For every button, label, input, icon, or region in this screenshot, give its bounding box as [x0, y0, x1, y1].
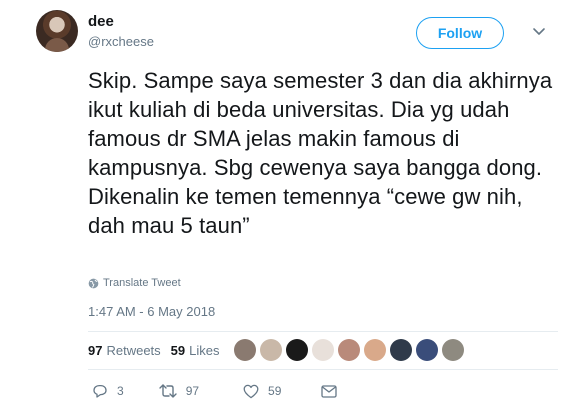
tweet-text: Skip. Sampe saya semester 3 dan dia akhi…: [88, 68, 553, 238]
divider: [88, 331, 558, 332]
liker-avatar-8[interactable]: [416, 339, 438, 361]
chevron-down-icon: [533, 28, 545, 35]
reply-count: 3: [117, 384, 124, 398]
liker-avatar-4[interactable]: [312, 339, 334, 361]
globe-icon: [88, 278, 99, 288]
liker-avatars: [234, 339, 464, 361]
likes-stat-count: 59: [170, 343, 186, 358]
retweet-icon: [158, 384, 177, 398]
tweet-actions: 3 97 59: [88, 383, 338, 399]
direct-message-button[interactable]: [321, 384, 338, 398]
tweet-timestamp[interactable]: 1:47 AM - 6 May 2018: [88, 304, 215, 319]
like-count: 59: [268, 384, 282, 398]
retweets-stat-label: Retweets: [106, 343, 161, 358]
divider: [88, 369, 558, 370]
follow-button[interactable]: Follow: [416, 17, 504, 49]
retweet-button[interactable]: 97: [158, 383, 200, 399]
liker-avatar-3[interactable]: [286, 339, 308, 361]
reply-button[interactable]: 3: [92, 383, 124, 399]
heart-icon: [243, 384, 259, 398]
likes-stat-label: Likes: [189, 343, 220, 358]
retweets-stat-count: 97: [88, 343, 103, 358]
retweets-stat[interactable]: 97 Retweets: [88, 343, 161, 358]
retweet-count: 97: [185, 384, 200, 398]
like-button[interactable]: 59: [243, 384, 281, 399]
likes-stat[interactable]: 59 Likes: [171, 343, 220, 358]
user-handle[interactable]: @rxcheese: [88, 34, 154, 49]
liker-avatar-6[interactable]: [364, 339, 386, 361]
envelope-icon: [321, 384, 338, 398]
reply-icon: [93, 384, 107, 398]
avatar[interactable]: [36, 10, 78, 52]
tweet-card: dee @rxcheese Follow Skip. Sampe saya se…: [0, 0, 572, 413]
liker-avatar-9[interactable]: [442, 339, 464, 361]
liker-avatar-5[interactable]: [338, 339, 360, 361]
liker-avatar-1[interactable]: [234, 339, 256, 361]
translate-tweet-link[interactable]: Translate Tweet: [88, 277, 181, 289]
liker-avatar-2[interactable]: [260, 339, 282, 361]
translate-tweet-label: Translate Tweet: [103, 277, 181, 289]
user-display-name[interactable]: dee: [88, 13, 114, 30]
liker-avatar-7[interactable]: [390, 339, 412, 361]
more-options-button[interactable]: [530, 22, 548, 40]
tweet-stats: 97 Retweets 59 Likes: [88, 343, 220, 358]
